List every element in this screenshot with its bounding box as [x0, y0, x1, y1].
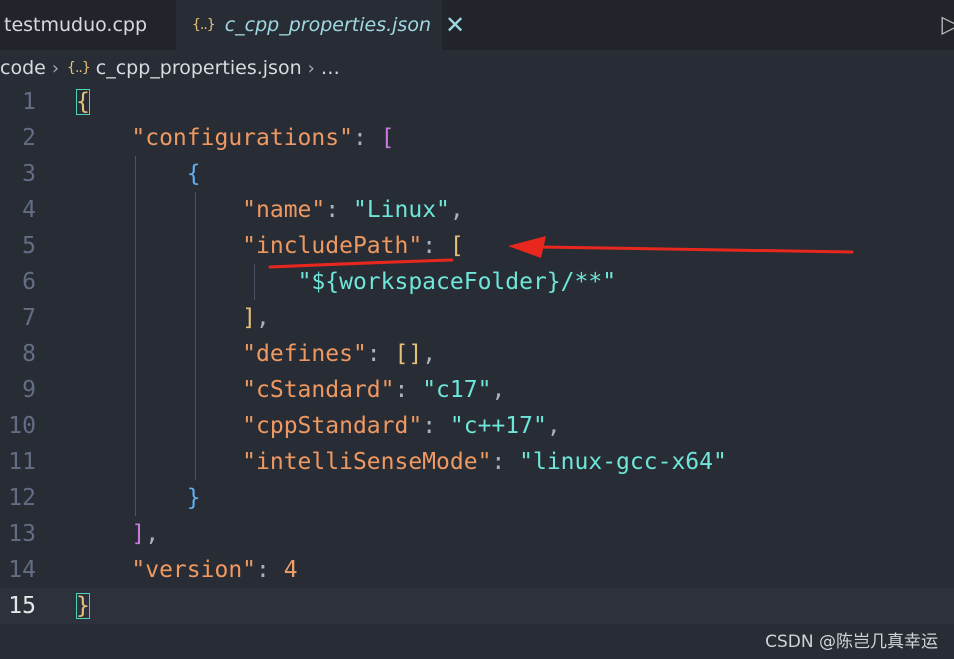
line-number: 10: [8, 413, 36, 439]
tab-bar: testmuduo.cpp {..} c_cpp_properties.json…: [0, 0, 954, 50]
json-file-icon: {..}: [67, 60, 91, 76]
json-string-value: "linux-gcc-x64": [519, 449, 727, 475]
close-brace: }: [76, 593, 90, 619]
code-line[interactable]: 1 {: [0, 84, 954, 120]
json-key: "cStandard": [242, 377, 395, 403]
json-string-value: "Linux": [352, 197, 450, 223]
line-number: 2: [22, 125, 36, 151]
code-line[interactable]: 9 "cStandard": "c17",: [0, 372, 954, 408]
line-number: 3: [22, 161, 36, 187]
code-line[interactable]: 14 "version": 4: [0, 552, 954, 588]
close-icon[interactable]: ✕: [445, 11, 465, 39]
code-line[interactable]: 4 "name": "Linux",: [0, 192, 954, 228]
breadcrumb-folder[interactable]: code: [0, 57, 46, 79]
json-key: "name": [242, 197, 326, 223]
chevron-right-icon: ›: [307, 57, 315, 79]
json-key: "configurations": [131, 125, 353, 151]
line-number: 6: [22, 269, 36, 295]
json-number-value: 4: [283, 557, 298, 583]
line-number: 1: [22, 89, 36, 115]
code-line-current[interactable]: 15 }: [0, 588, 954, 624]
chevron-right-icon: ›: [51, 57, 60, 79]
line-number: 5: [22, 233, 36, 259]
code-line[interactable]: 3 {: [0, 156, 954, 192]
line-number: 7: [22, 305, 36, 331]
code-line[interactable]: 8 "defines": [],: [0, 336, 954, 372]
code-editor[interactable]: 1 { 2 "configurations": [ 3 { 4 "name": …: [0, 84, 954, 659]
code-line[interactable]: 6 "${workspaceFolder}/**": [0, 264, 954, 300]
json-key: "defines": [242, 341, 367, 367]
tab-testmuduo-cpp[interactable]: testmuduo.cpp: [0, 0, 176, 50]
tab-label: c_cpp_properties.json: [224, 14, 431, 36]
watermark: CSDN @陈岂几真幸运: [765, 632, 938, 652]
tab-label: testmuduo.cpp: [4, 14, 148, 36]
breadcrumb-symbols[interactable]: …: [321, 57, 340, 79]
json-key: "intelliSenseMode": [242, 449, 492, 475]
line-number: 15: [8, 593, 36, 619]
line-number: 4: [22, 197, 36, 223]
code-line[interactable]: 2 "configurations": [: [0, 120, 954, 156]
run-icon[interactable]: ▷: [942, 10, 954, 38]
code-line[interactable]: 13 ],: [0, 516, 954, 552]
code-line[interactable]: 10 "cppStandard": "c++17",: [0, 408, 954, 444]
line-number: 8: [22, 341, 36, 367]
code-line[interactable]: 11 "intelliSenseMode": "linux-gcc-x64": [0, 444, 954, 480]
code-line[interactable]: 7 ],: [0, 300, 954, 336]
line-number: 9: [22, 377, 36, 403]
json-key: "cppStandard": [242, 413, 423, 439]
line-number: 14: [8, 557, 36, 583]
json-file-icon: {..}: [192, 17, 216, 33]
json-key: "version": [131, 557, 257, 583]
line-number: 12: [8, 485, 36, 511]
json-key-include-path: "includePath": [242, 233, 423, 259]
json-string-value: "c++17": [449, 413, 547, 439]
breadcrumb-file[interactable]: c_cpp_properties.json: [96, 57, 302, 79]
breadcrumb: code › {..} c_cpp_properties.json › …: [0, 50, 954, 86]
line-number: 11: [8, 449, 36, 475]
tab-c-cpp-properties-json[interactable]: {..} c_cpp_properties.json ✕: [176, 0, 465, 50]
open-brace: {: [76, 89, 90, 115]
code-line[interactable]: 12 }: [0, 480, 954, 516]
json-string-value: "${workspaceFolder}/**": [297, 269, 617, 295]
json-string-value: "c17": [422, 377, 492, 403]
line-number: 13: [8, 521, 36, 547]
code-line[interactable]: 5 "includePath": [: [0, 228, 954, 264]
